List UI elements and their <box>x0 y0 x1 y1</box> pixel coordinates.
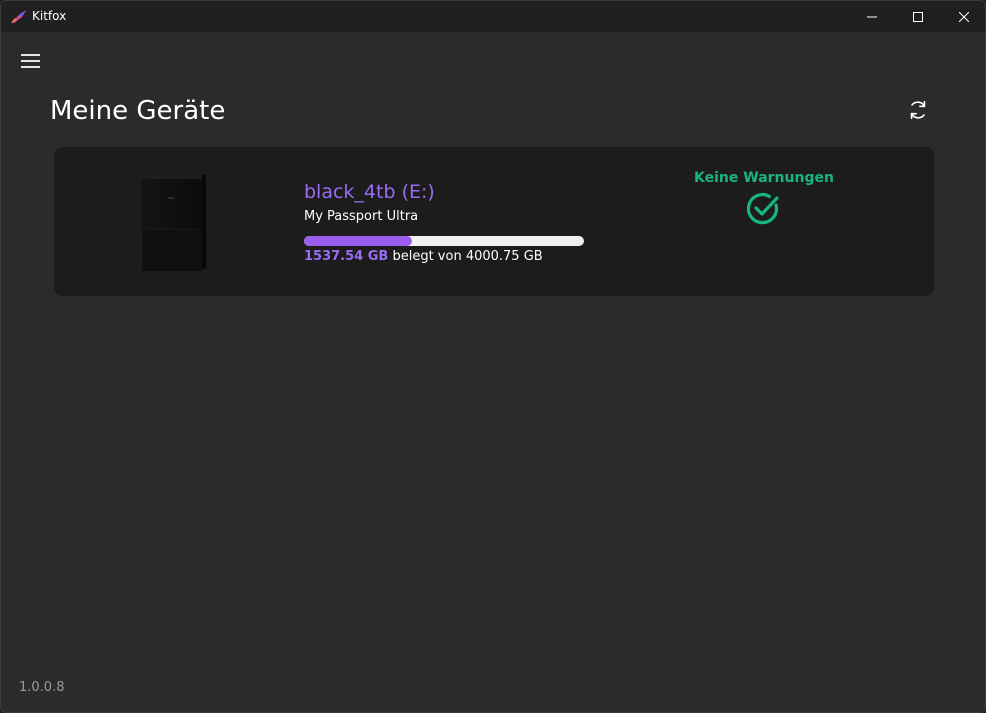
maximize-button[interactable] <box>895 1 941 32</box>
refresh-icon <box>910 100 926 120</box>
storage-used-value: 1537.54 GB <box>304 249 389 264</box>
maximize-icon <box>913 11 923 22</box>
minimize-button[interactable] <box>849 1 895 32</box>
hamburger-menu-icon <box>21 54 40 68</box>
refresh-button[interactable] <box>903 95 933 125</box>
check-circle-icon <box>745 191 783 227</box>
status-text: Keine Warnungen <box>694 170 834 186</box>
app-window: Kitfox Meine Geräte black_4tb (E:) My Pa… <box>0 0 986 713</box>
title-bar[interactable]: Kitfox <box>1 1 985 32</box>
menu-button[interactable] <box>13 48 49 74</box>
storage-usage-bar <box>304 236 584 246</box>
storage-usage-text: 1537.54 GB belegt von 4000.75 GB <box>304 248 543 266</box>
storage-usage-fill <box>304 236 412 246</box>
device-name: black_4tb (E:) <box>304 181 435 203</box>
device-model: My Passport Ultra <box>304 209 419 224</box>
storage-total-text: belegt von 4000.75 GB <box>388 249 543 264</box>
minimize-icon <box>867 16 877 17</box>
kitfox-logo-icon <box>10 9 27 24</box>
device-card[interactable]: black_4tb (E:) My Passport Ultra 1537.54… <box>54 147 934 296</box>
window-title: Kitfox <box>32 9 67 23</box>
app-version: 1.0.0.8 <box>19 680 65 695</box>
page-title: Meine Geräte <box>50 96 226 126</box>
close-button[interactable] <box>941 1 985 32</box>
external-drive-image <box>140 171 208 273</box>
close-icon <box>959 11 969 22</box>
